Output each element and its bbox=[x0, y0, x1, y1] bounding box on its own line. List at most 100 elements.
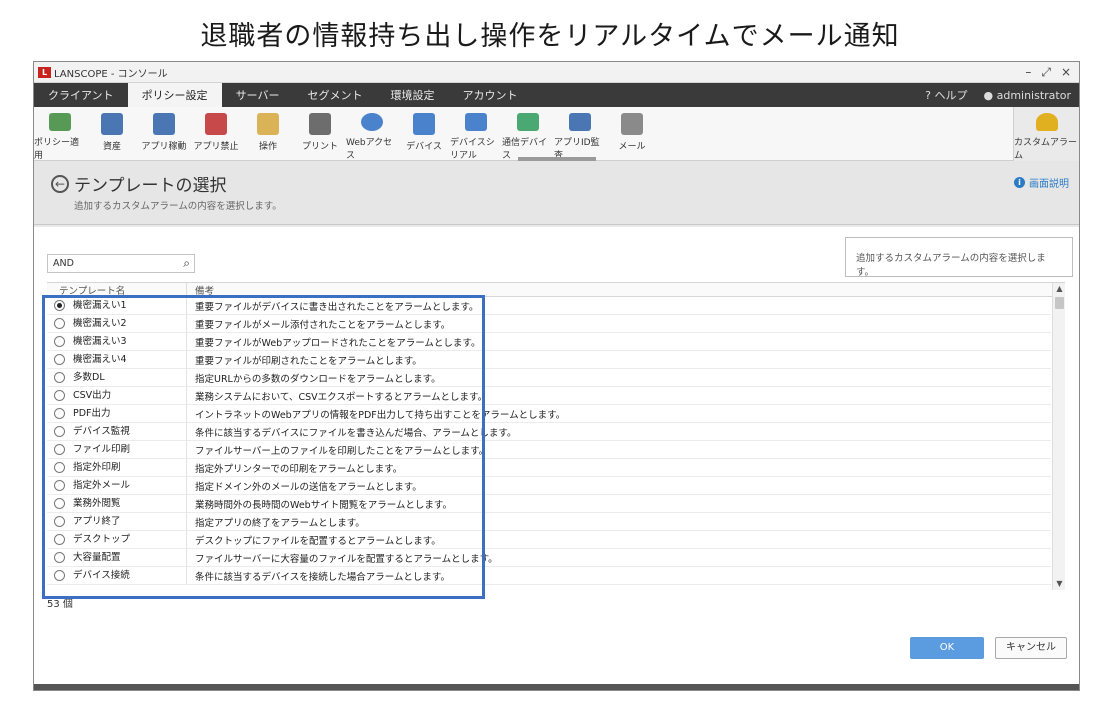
row-radio[interactable] bbox=[54, 336, 65, 347]
table-row[interactable]: 機密漏えい2 重要ファイルがメール添付されたことをアラームとします。 bbox=[47, 314, 1051, 333]
toolbar-app-id-button[interactable]: アプリID監査 bbox=[554, 107, 606, 161]
table-row[interactable]: 機密漏えい3 重要ファイルがWebアップロードされたことをアラームとします。 bbox=[47, 332, 1051, 351]
screen-help-link[interactable]: i 画面説明 bbox=[1014, 175, 1069, 190]
template-name-cell: 機密漏えい4 bbox=[71, 350, 187, 369]
info-icon: i bbox=[1014, 177, 1025, 188]
row-radio[interactable] bbox=[54, 480, 65, 491]
row-radio[interactable] bbox=[54, 426, 65, 437]
note-cell: 指定アプリの終了をアラームとします。 bbox=[195, 517, 365, 529]
main-content: AND ⌕ 追加するカスタムアラームの内容を選択します。 テンプレート名 備考 … bbox=[34, 227, 1079, 690]
bell-icon bbox=[1035, 113, 1058, 131]
note-cell: 指定ドメイン外のメールの送信をアラームとします。 bbox=[195, 481, 422, 493]
table-row[interactable]: 機密漏えい1 重要ファイルがデバイスに書き出されたことをアラームとします。 bbox=[47, 296, 1051, 315]
table-row[interactable]: デバイス監視 条件に該当するデバイスにファイルを書き込んだ場合、アラームとします。 bbox=[47, 422, 1051, 441]
help-menu[interactable]: ? ヘルプ bbox=[925, 87, 967, 103]
menu-bar: クライアント ポリシー設定 サーバー セグメント 環境設定 アカウント ? ヘル… bbox=[34, 83, 1079, 107]
vertical-scrollbar[interactable]: ▲ ▼ bbox=[1052, 283, 1065, 590]
column-template-name[interactable]: テンプレート名 bbox=[47, 283, 187, 297]
toolbar-print-button[interactable]: プリント bbox=[294, 107, 346, 161]
template-name-cell: ファイル印刷 bbox=[71, 440, 187, 459]
page-header: ← テンプレートの選択 追加するカスタムアラームの内容を選択します。 i 画面説… bbox=[34, 161, 1079, 225]
toolbar-custom-alarm-button[interactable]: カスタムアラーム bbox=[1013, 107, 1079, 161]
template-name-cell: 機密漏えい2 bbox=[71, 314, 187, 333]
row-radio[interactable] bbox=[54, 300, 65, 311]
note-cell: イントラネットのWebアプリの情報をPDF出力して持ち出すことをアラームとします… bbox=[195, 409, 566, 421]
menu-policy[interactable]: ポリシー設定 bbox=[127, 83, 222, 107]
menu-client[interactable]: クライアント bbox=[34, 83, 128, 107]
cancel-button[interactable]: キャンセル bbox=[995, 637, 1067, 659]
row-radio[interactable] bbox=[54, 498, 65, 509]
back-arrow-icon[interactable]: ← bbox=[51, 175, 69, 193]
app-block-icon bbox=[205, 113, 227, 135]
toolbar-label: Webアクセス bbox=[346, 138, 393, 161]
scroll-thumb[interactable] bbox=[1055, 297, 1064, 309]
minimize-icon[interactable]: – bbox=[1025, 65, 1031, 80]
template-grid: テンプレート名 備考 機密漏えい1 重要ファイルがデバイスに書き出されたことをアラ… bbox=[47, 282, 1065, 590]
row-radio[interactable] bbox=[54, 516, 65, 527]
row-radio[interactable] bbox=[54, 444, 65, 455]
print-icon bbox=[309, 113, 331, 135]
menu-environment[interactable]: 環境設定 bbox=[376, 83, 448, 107]
table-row[interactable]: デスクトップ デスクトップにファイルを配置するとアラームとします。 bbox=[47, 530, 1051, 549]
user-menu[interactable]: ● administrator bbox=[983, 89, 1071, 102]
toolbar-web-access-button[interactable]: Webアクセス bbox=[346, 107, 398, 161]
note-cell: 条件に該当するデバイスにファイルを書き込んだ場合、アラームとします。 bbox=[195, 427, 517, 439]
table-row[interactable]: 大容量配置 ファイルサーバーに大容量のファイルを配置するとアラームとします。 bbox=[47, 548, 1051, 567]
table-row[interactable]: PDF出力 イントラネットのWebアプリの情報をPDF出力して持ち出すことをアラー… bbox=[47, 404, 1051, 423]
table-row[interactable]: 指定外印刷 指定外プリンターでの印刷をアラームとします。 bbox=[47, 458, 1051, 477]
app-id-icon bbox=[569, 113, 591, 131]
row-radio[interactable] bbox=[54, 390, 65, 401]
page-subtitle: 追加するカスタムアラームの内容を選択します。 bbox=[74, 201, 282, 212]
comm-device-icon bbox=[517, 113, 539, 131]
table-row[interactable]: デバイス接続 条件に該当するデバイスを接続した場合アラームとします。 bbox=[47, 566, 1051, 585]
template-name-cell: 多数DL bbox=[71, 368, 187, 387]
table-row[interactable]: 多数DL 指定URLからの多数のダウンロードをアラームとします。 bbox=[47, 368, 1051, 387]
menu-account[interactable]: アカウント bbox=[448, 83, 531, 107]
toolbar-app-block-button[interactable]: アプリ禁止 bbox=[190, 107, 242, 161]
toolbar-comm-device-button[interactable]: 通信デバイス bbox=[502, 107, 554, 161]
toolbar-asset-button[interactable]: 資産 bbox=[86, 107, 138, 161]
toolbar: ポリシー適用 資産 アプリ稼動 アプリ禁止 操作 プリント Webアクセス デバイス デバイスシ… bbox=[34, 107, 1079, 161]
menu-server[interactable]: サーバー bbox=[222, 83, 294, 107]
table-row[interactable]: アプリ終了 指定アプリの終了をアラームとします。 bbox=[47, 512, 1051, 531]
toolbar-label: アプリ禁止 bbox=[193, 142, 239, 152]
toolbar-label: ポリシー適用 bbox=[34, 138, 80, 161]
table-row[interactable]: 業務外閲覧 業務時間外の長時間のWebサイト閲覧をアラームとします。 bbox=[47, 494, 1051, 513]
table-row[interactable]: 指定外メール 指定ドメイン外のメールの送信をアラームとします。 bbox=[47, 476, 1051, 495]
search-icon[interactable]: ⌕ bbox=[183, 256, 190, 271]
note-cell: ファイルサーバー上のファイルを印刷したことをアラームとします。 bbox=[195, 445, 489, 457]
toolbar-app-run-button[interactable]: アプリ稼動 bbox=[138, 107, 190, 161]
template-name-cell: 業務外閲覧 bbox=[71, 494, 187, 513]
search-input[interactable]: AND ⌕ bbox=[47, 254, 195, 273]
toolbar-device-button[interactable]: デバイス bbox=[398, 107, 450, 161]
menu-segment[interactable]: セグメント bbox=[293, 83, 376, 107]
row-radio[interactable] bbox=[54, 318, 65, 329]
row-radio[interactable] bbox=[54, 552, 65, 563]
row-radio[interactable] bbox=[54, 354, 65, 365]
row-radio[interactable] bbox=[54, 534, 65, 545]
table-row[interactable]: 機密漏えい4 重要ファイルが印刷されたことをアラームとします。 bbox=[47, 350, 1051, 369]
scroll-up-icon[interactable]: ▲ bbox=[1053, 283, 1066, 295]
table-row[interactable]: ファイル印刷 ファイルサーバー上のファイルを印刷したことをアラームとします。 bbox=[47, 440, 1051, 459]
ok-button[interactable]: OK bbox=[910, 637, 984, 659]
app-window: L LANSCOPE - コンソール – ⤢ × クライアント ポリシー設定 サ… bbox=[33, 61, 1080, 691]
toolbar-device-serial-button[interactable]: デバイスシリアル bbox=[450, 107, 502, 161]
help-label: ヘルプ bbox=[934, 89, 968, 102]
column-note[interactable]: 備考 bbox=[187, 283, 214, 297]
row-radio[interactable] bbox=[54, 372, 65, 383]
note-cell: 業務システムにおいて、CSVエクスポートするとアラームとします。 bbox=[195, 391, 488, 403]
row-radio[interactable] bbox=[54, 462, 65, 473]
table-row[interactable]: CSV出力 業務システムにおいて、CSVエクスポートするとアラームとします。 bbox=[47, 386, 1051, 405]
template-name-cell: デバイス接続 bbox=[71, 566, 187, 585]
row-radio[interactable] bbox=[54, 570, 65, 581]
toolbar-operation-button[interactable]: 操作 bbox=[242, 107, 294, 161]
note-cell: 重要ファイルがWebアップロードされたことをアラームとします。 bbox=[195, 337, 481, 349]
toolbar-policy-apply-button[interactable]: ポリシー適用 bbox=[34, 107, 86, 161]
scroll-down-icon[interactable]: ▼ bbox=[1053, 578, 1066, 590]
close-icon[interactable]: × bbox=[1061, 65, 1071, 80]
toolbar-mail-button[interactable]: メール bbox=[606, 107, 658, 161]
note-cell: 指定外プリンターでの印刷をアラームとします。 bbox=[195, 463, 403, 475]
note-cell: 重要ファイルがメール添付されたことをアラームとします。 bbox=[195, 319, 451, 331]
maximize-icon[interactable]: ⤢ bbox=[1041, 65, 1051, 80]
row-radio[interactable] bbox=[54, 408, 65, 419]
